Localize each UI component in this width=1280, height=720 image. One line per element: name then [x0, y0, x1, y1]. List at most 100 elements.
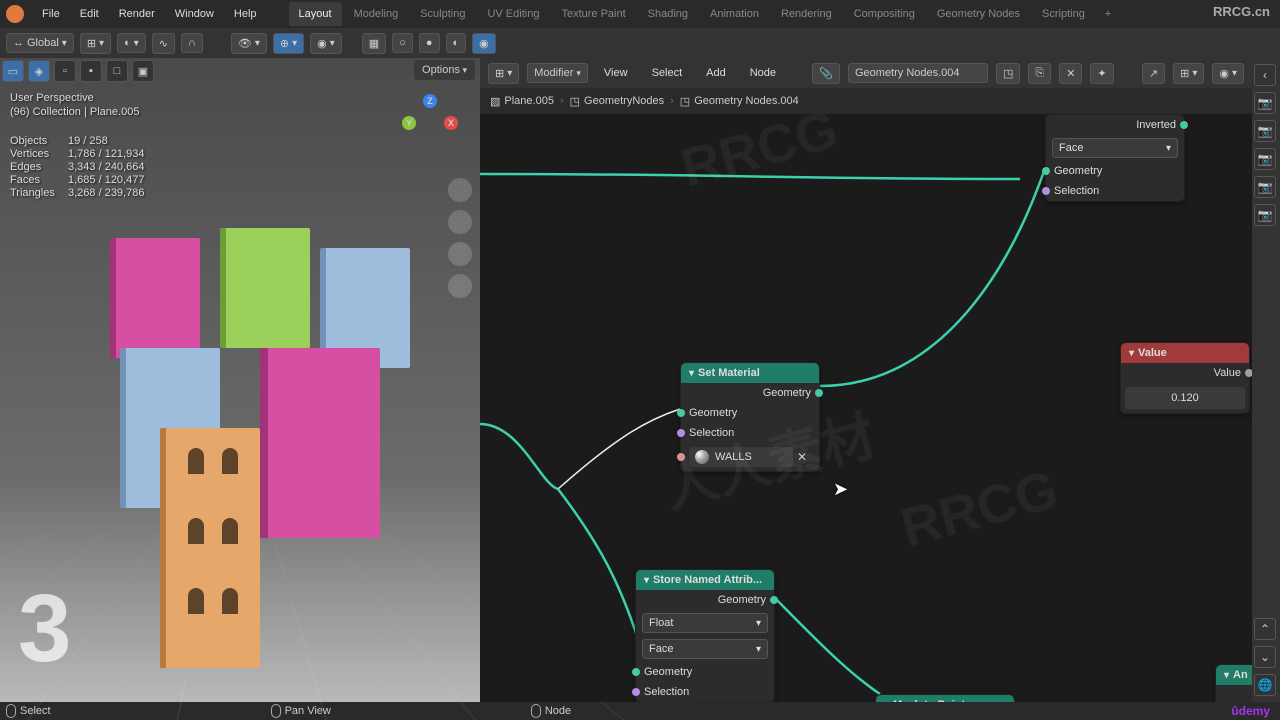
curve-dropdown[interactable]: ∩: [181, 33, 203, 53]
scene-buildings: [70, 218, 410, 618]
modifier-dropdown[interactable]: Modifier: [527, 63, 588, 83]
domain-dropdown[interactable]: Face▾: [642, 639, 768, 659]
camera-icon[interactable]: 📷: [1254, 92, 1276, 114]
menu-render[interactable]: Render: [111, 4, 163, 24]
pin-icon[interactable]: 📎: [812, 63, 840, 84]
socket-material-in[interactable]: WALLS ✕: [681, 443, 819, 471]
chevron-down-icon[interactable]: ▾: [689, 368, 694, 379]
node-mesh-to-points[interactable]: ▾Mesh to Points Points Faces▾: [875, 694, 1015, 702]
axis-y-icon[interactable]: Y: [402, 116, 416, 130]
snap-node-icon[interactable]: ↗: [1142, 63, 1165, 84]
camera-icon[interactable]: 📷: [1254, 176, 1276, 198]
chevron-up-icon[interactable]: ⌃: [1254, 618, 1276, 640]
chevron-down-icon[interactable]: ▾: [644, 575, 649, 586]
material-ball-icon: [695, 450, 709, 464]
copy-datablock-icon[interactable]: ⎘: [1028, 63, 1051, 84]
crumb-object[interactable]: ▧Plane.005: [490, 95, 554, 108]
shading-solid[interactable]: ●: [419, 33, 440, 53]
3d-viewport[interactable]: ▭ ◈ ▫ ▪ □ ▣ Options User Perspective (96…: [0, 58, 480, 702]
menu-window[interactable]: Window: [167, 4, 222, 24]
nodetree-icon: ◳: [570, 95, 580, 108]
pivot-dropdown[interactable]: ∿: [152, 33, 175, 54]
move-tool-icon[interactable]: ▫: [54, 60, 76, 82]
menu-edit[interactable]: Edit: [72, 4, 107, 24]
crumb-group[interactable]: ◳Geometry Nodes.004: [680, 95, 799, 108]
socket-selection-in: Selection: [1046, 181, 1184, 201]
ne-menu-node[interactable]: Node: [742, 63, 784, 83]
node-tree-datablock[interactable]: Geometry Nodes.004: [848, 63, 988, 83]
cursor-tool-icon[interactable]: ◈: [28, 60, 50, 82]
browse-datablock-icon[interactable]: ◳: [996, 63, 1020, 84]
select-tool-icon[interactable]: ▭: [2, 60, 24, 82]
snap-dropdown-icon[interactable]: ⊞▾: [1173, 63, 1204, 84]
proportional-dropdown[interactable]: ◐▾: [117, 33, 146, 53]
unlink-datablock-icon[interactable]: ✕: [1059, 63, 1082, 84]
tab-layout[interactable]: Layout: [289, 2, 342, 26]
gizmo-toggle[interactable]: ⊕▾: [273, 33, 304, 54]
menu-file[interactable]: File: [34, 4, 68, 24]
blender-logo-icon[interactable]: [6, 5, 24, 23]
chevron-down-icon[interactable]: ▾: [1129, 348, 1134, 359]
node-canvas[interactable]: Inverted Face▾ Geometry Selection ▾Set M…: [480, 114, 1252, 702]
menu-help[interactable]: Help: [226, 4, 265, 24]
tab-compositing[interactable]: Compositing: [844, 2, 925, 26]
axis-x-icon[interactable]: X: [444, 116, 458, 130]
tab-shading[interactable]: Shading: [638, 2, 698, 26]
camera-icon[interactable]: [448, 242, 472, 266]
value-input[interactable]: 0.120: [1125, 387, 1245, 409]
chevron-down-icon[interactable]: ⌄: [1254, 646, 1276, 668]
scale-tool-icon[interactable]: □: [106, 60, 128, 82]
xray-toggle[interactable]: ▦: [362, 33, 386, 54]
pan-icon[interactable]: [448, 210, 472, 234]
tab-scripting[interactable]: Scripting: [1032, 2, 1095, 26]
fake-user-icon[interactable]: ✦: [1090, 63, 1113, 84]
viewport-options-dropdown[interactable]: Options: [414, 60, 475, 80]
orientation-dropdown[interactable]: ↔Global▾: [6, 33, 74, 53]
socket-selection-in: Selection: [681, 423, 819, 443]
socket-geometry-out: Geometry: [681, 383, 819, 403]
arrow-left-icon[interactable]: ‹: [1254, 64, 1276, 86]
tab-sculpting[interactable]: Sculpting: [410, 2, 475, 26]
camera-icon[interactable]: 📷: [1254, 148, 1276, 170]
camera-icon[interactable]: 📷: [1254, 204, 1276, 226]
visibility-dropdown[interactable]: 👁▾: [231, 33, 267, 54]
geometry-node-editor[interactable]: ⊞▾ Modifier View Select Add Node 📎 Geome…: [480, 58, 1252, 702]
overlays-node-icon[interactable]: ◉▾: [1212, 63, 1244, 84]
ne-menu-add[interactable]: Add: [698, 63, 734, 83]
editor-type-dropdown[interactable]: ⊞▾: [488, 63, 519, 84]
ne-menu-select[interactable]: Select: [644, 63, 691, 83]
snap-dropdown[interactable]: ⊞▾: [80, 33, 111, 54]
tab-uv-editing[interactable]: UV Editing: [477, 2, 549, 26]
zoom-icon[interactable]: [448, 178, 472, 202]
rotate-tool-icon[interactable]: ▪: [80, 60, 102, 82]
node-boolean-partial[interactable]: ▾An And Boole: [1215, 664, 1252, 702]
socket-selection-in: Selection: [636, 682, 774, 702]
shading-rendered[interactable]: ◉: [472, 33, 496, 54]
add-workspace-icon[interactable]: +: [1097, 2, 1119, 26]
dtype-dropdown[interactable]: Float▾: [642, 613, 768, 633]
ne-menu-view[interactable]: View: [596, 63, 636, 83]
crumb-tree[interactable]: ◳GeometryNodes: [570, 95, 665, 108]
globe-icon[interactable]: 🌐: [1254, 674, 1276, 696]
node-inverted-partial[interactable]: Inverted Face▾ Geometry Selection: [1045, 114, 1185, 202]
node-store-named-attribute[interactable]: ▾Store Named Attrib... Geometry Float▾ F…: [635, 569, 775, 702]
tab-geometry-nodes[interactable]: Geometry Nodes: [927, 2, 1030, 26]
camera-icon[interactable]: 📷: [1254, 120, 1276, 142]
transform-tool-icon[interactable]: ▣: [132, 60, 154, 82]
tab-texture-paint[interactable]: Texture Paint: [551, 2, 635, 26]
shading-wireframe[interactable]: ○: [392, 33, 413, 53]
axis-z-icon[interactable]: Z: [423, 94, 437, 108]
perspective-icon[interactable]: [448, 274, 472, 298]
clear-material-icon[interactable]: ✕: [793, 450, 811, 464]
node-value[interactable]: ▾Value Value 0.120: [1120, 342, 1250, 414]
tab-animation[interactable]: Animation: [700, 2, 769, 26]
socket-inverted: Inverted: [1046, 115, 1184, 135]
overlays-dropdown[interactable]: ◉▾: [310, 33, 342, 54]
viewport-tool-shelf: ▭ ◈ ▫ ▪ □ ▣: [2, 60, 154, 82]
node-set-material[interactable]: ▾Set Material Geometry Geometry Selectio…: [680, 362, 820, 472]
socket-geometry-in: Geometry: [636, 662, 774, 682]
tab-rendering[interactable]: Rendering: [771, 2, 842, 26]
orientation-gizmo[interactable]: Z Y X: [400, 94, 460, 154]
shading-material[interactable]: ◐: [446, 33, 467, 53]
tab-modeling[interactable]: Modeling: [344, 2, 409, 26]
